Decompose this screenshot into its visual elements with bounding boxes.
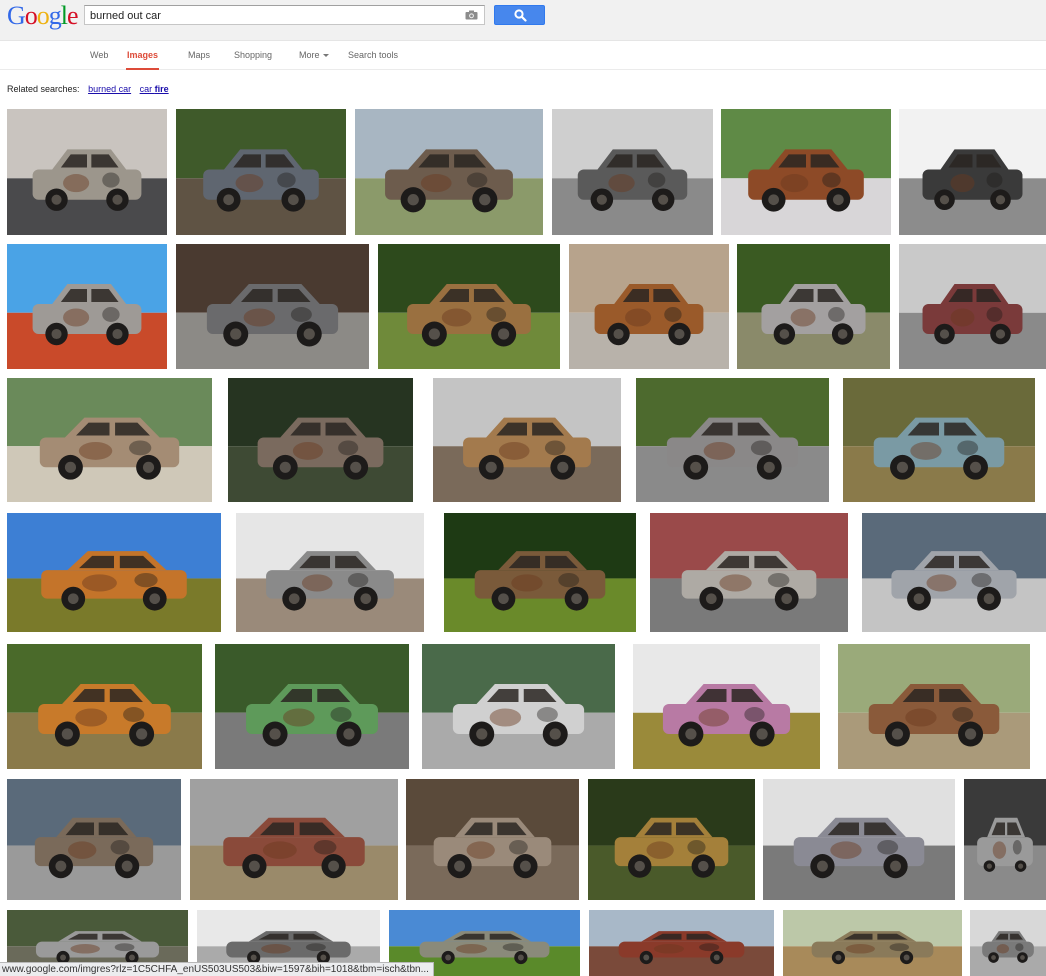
image-result-thumbnail[interactable] [406,779,579,900]
google-logo[interactable]: Google [7,1,79,31]
search-nav: Web Images Maps Shopping More Search too… [0,41,1046,70]
image-result-thumbnail[interactable] [355,109,543,235]
tab-images[interactable]: Images [126,41,160,70]
image-result-thumbnail[interactable] [7,779,181,900]
burned-car-photo [7,378,212,502]
burned-car-photo [7,779,181,900]
image-result-thumbnail[interactable] [552,109,713,235]
burned-car-photo [721,109,891,235]
burned-car-photo [378,244,560,369]
image-result-thumbnail[interactable] [737,244,890,369]
burned-car-photo [636,378,829,502]
image-result-thumbnail[interactable] [7,244,167,369]
image-result-thumbnail[interactable] [228,378,413,502]
burned-car-photo [899,244,1046,369]
image-result-thumbnail[interactable] [636,378,829,502]
burned-car-photo [406,779,579,900]
image-result-thumbnail[interactable] [964,779,1046,900]
image-result-thumbnail[interactable] [721,109,891,235]
chevron-down-icon [322,54,329,58]
magnifier-icon [514,9,527,22]
burned-car-photo [569,244,729,369]
image-result-thumbnail[interactable] [899,109,1046,235]
burned-car-photo [783,910,962,976]
burned-car-photo [650,513,848,632]
burned-car-photo [633,644,820,769]
image-result-thumbnail[interactable] [236,513,424,632]
logo-letter: g [48,1,62,30]
image-result-thumbnail[interactable] [7,378,212,502]
image-result-thumbnail[interactable] [215,644,409,769]
image-result-thumbnail[interactable] [783,910,962,976]
image-result-thumbnail[interactable] [378,244,560,369]
burned-car-photo [970,910,1046,976]
related-searches: Related searches: burned car car fire [7,84,169,94]
burned-car-photo [422,644,615,769]
burned-car-photo [838,644,1030,769]
burned-car-photo [355,109,543,235]
related-searches-label: Related searches: [7,84,80,94]
image-result-thumbnail[interactable] [862,513,1046,632]
image-result-thumbnail[interactable] [569,244,729,369]
search-box[interactable] [84,5,485,25]
top-bar: Google [0,0,1046,41]
burned-car-photo [215,644,409,769]
image-result-thumbnail[interactable] [633,644,820,769]
image-result-thumbnail[interactable] [588,779,755,900]
burned-car-photo [862,513,1046,632]
burned-car-photo [589,910,774,976]
image-result-thumbnail[interactable] [763,779,955,900]
logo-letter: o [36,1,50,30]
burned-car-photo [552,109,713,235]
image-result-thumbnail[interactable] [7,513,221,632]
burned-car-photo [899,109,1046,235]
image-result-thumbnail[interactable] [444,513,636,632]
burned-car-photo [843,378,1035,502]
burned-car-photo [964,779,1046,900]
search-tools-button[interactable]: Search tools [348,41,398,70]
tab-web[interactable]: Web [90,41,108,70]
image-result-thumbnail[interactable] [422,644,615,769]
image-result-thumbnail[interactable] [190,779,398,900]
tab-more[interactable]: More [299,41,329,70]
burned-car-photo [7,109,167,235]
tab-shopping[interactable]: Shopping [234,41,272,70]
image-result-thumbnail[interactable] [899,244,1046,369]
burned-car-photo [444,513,636,632]
burned-car-photo [236,513,424,632]
image-result-thumbnail[interactable] [838,644,1030,769]
burned-car-photo [176,244,369,369]
search-input[interactable] [90,8,460,23]
tab-maps[interactable]: Maps [188,41,210,70]
burned-car-photo [7,244,167,369]
related-link-car-fire[interactable]: car fire [140,84,169,94]
burned-car-photo [588,779,755,900]
image-result-thumbnail[interactable] [7,109,167,235]
image-result-thumbnail[interactable] [843,378,1035,502]
burned-car-photo [763,779,955,900]
logo-letter: G [7,1,26,30]
image-result-thumbnail[interactable] [433,378,621,502]
search-button[interactable] [494,5,545,25]
burned-car-photo [228,378,413,502]
burned-car-photo [176,109,346,235]
camera-icon[interactable] [465,10,478,20]
image-result-thumbnail[interactable] [589,910,774,976]
burned-car-photo [737,244,890,369]
image-result-thumbnail[interactable] [650,513,848,632]
logo-letter: o [24,1,38,30]
burned-car-photo [433,378,621,502]
burned-car-photo [7,644,202,769]
related-link-burned-car[interactable]: burned car [88,84,131,94]
image-result-thumbnail[interactable] [7,644,202,769]
image-results-grid [0,107,1046,976]
image-result-thumbnail[interactable] [176,244,369,369]
burned-car-photo [190,779,398,900]
logo-letter: e [67,1,79,30]
burned-car-photo [7,513,221,632]
status-bar-url: www.google.com/imgres?rlz=1C5CHFA_enUS50… [0,962,434,976]
image-result-thumbnail[interactable] [176,109,346,235]
image-result-thumbnail[interactable] [970,910,1046,976]
